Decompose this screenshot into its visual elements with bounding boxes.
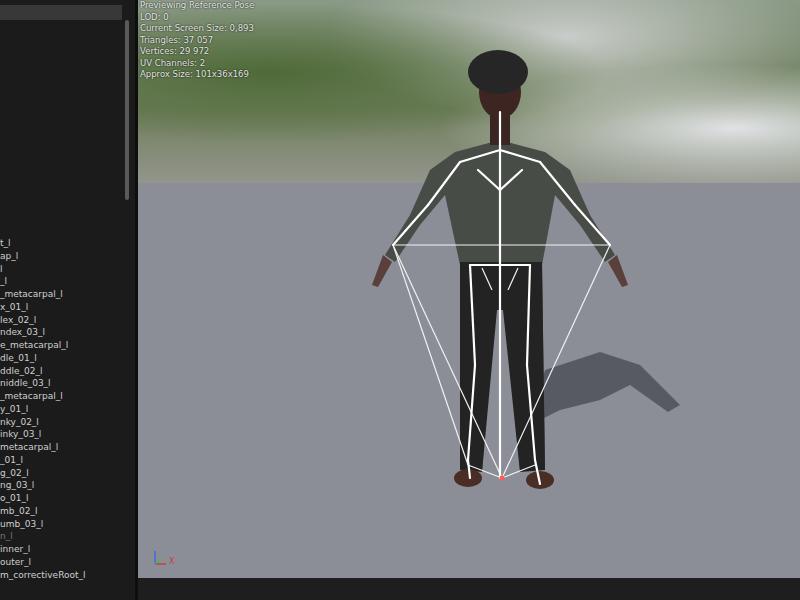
bone-row[interactable]: ap_l xyxy=(0,250,135,263)
editor-window: t_lap_ll_l_metacarpal_lx_01_llex_02_lnde… xyxy=(0,0,800,600)
bone-row[interactable]: dle_01_l xyxy=(0,352,135,365)
bone-row[interactable]: n_l xyxy=(0,530,135,543)
bone-row[interactable]: _metacarpal_l xyxy=(0,288,135,301)
axis-gizmo: X xyxy=(152,548,174,566)
stat-line: Previewing Reference Pose xyxy=(140,0,254,12)
bone-row[interactable]: _01_l xyxy=(0,454,135,467)
stat-line: LOD: 0 xyxy=(140,12,254,24)
bone-row[interactable]: umb_03_l xyxy=(0,518,135,531)
axis-gizmo-icon xyxy=(152,548,168,566)
search-bar[interactable] xyxy=(0,5,122,20)
bone-row[interactable]: niddle_03_l xyxy=(0,377,135,390)
bone-row[interactable]: ng_03_l xyxy=(0,479,135,492)
bone-row[interactable]: o_01_l xyxy=(0,492,135,505)
bone-row[interactable]: x_01_l xyxy=(0,301,135,314)
bone-row[interactable]: metacarpal_l xyxy=(0,441,135,454)
viewport[interactable]: Previewing Reference PoseLOD: 0Current S… xyxy=(138,0,800,600)
scene[interactable]: Previewing Reference PoseLOD: 0Current S… xyxy=(138,0,800,578)
character-mesh-icon[interactable] xyxy=(138,0,800,578)
skeleton-tree-panel: t_lap_ll_l_metacarpal_lx_01_llex_02_lnde… xyxy=(0,0,135,600)
bone-row[interactable]: lex_02_l xyxy=(0,314,135,327)
axis-label: X xyxy=(169,557,174,566)
bone-row[interactable]: m_correctiveRoot_l xyxy=(0,569,135,582)
stat-line: Approx Size: 101x36x169 xyxy=(140,69,254,81)
bone-row[interactable]: inner_l xyxy=(0,543,135,556)
bottom-bar xyxy=(138,578,800,600)
stat-line: Triangles: 37 057 xyxy=(140,35,254,47)
bone-row[interactable]: y_01_l xyxy=(0,403,135,416)
viewport-stats: Previewing Reference PoseLOD: 0Current S… xyxy=(140,0,254,81)
bone-row[interactable]: t_l xyxy=(0,237,135,250)
bone-row[interactable]: _l xyxy=(0,275,135,288)
bone-row[interactable]: _metacarpal_l xyxy=(0,390,135,403)
bone-row[interactable]: inky_03_l xyxy=(0,428,135,441)
bone-row[interactable]: ddle_02_l xyxy=(0,365,135,378)
bone-row[interactable]: outer_l xyxy=(0,556,135,569)
stat-line: UV Channels: 2 xyxy=(140,58,254,70)
bone-row[interactable]: e_metacarpal_l xyxy=(0,339,135,352)
bone-row[interactable]: g_02_l xyxy=(0,467,135,480)
bone-row[interactable]: mb_02_l xyxy=(0,505,135,518)
bone-row[interactable]: ndex_03_l xyxy=(0,326,135,339)
stat-line: Current Screen Size: 0,893 xyxy=(140,23,254,35)
bone-row[interactable]: l xyxy=(0,263,135,276)
bone-list: t_lap_ll_l_metacarpal_lx_01_llex_02_lnde… xyxy=(0,237,135,581)
bone-row[interactable]: nky_02_l xyxy=(0,416,135,429)
stat-line: Vertices: 29 972 xyxy=(140,46,254,58)
scrollbar[interactable] xyxy=(125,20,129,200)
